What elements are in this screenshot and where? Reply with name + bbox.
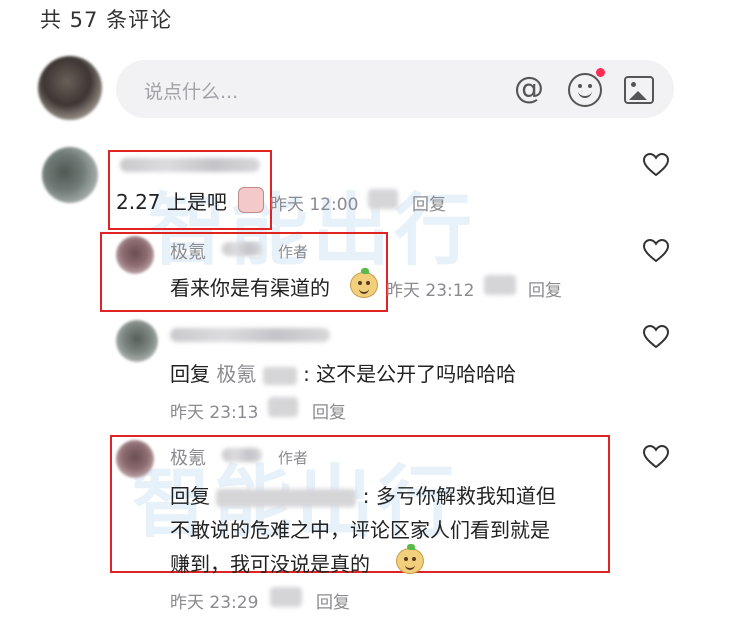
location-blurred — [268, 397, 298, 417]
comment-time: 昨天 23:29 — [170, 593, 259, 613]
reply-button[interactable]: 回复 — [412, 190, 446, 215]
reply-body-line-1: : 多亏你解救我知道但 — [362, 484, 556, 508]
emoji-icon[interactable] — [568, 73, 602, 107]
reply-button[interactable]: 回复 — [528, 276, 562, 301]
author-name[interactable]: 极氪 — [170, 238, 206, 264]
comment-text: 回复 极氪 : 这不是公开了吗哈哈哈 — [170, 358, 516, 387]
reply-body: : 这不是公开了吗哈哈哈 — [303, 362, 517, 386]
author-name[interactable]: 极氪 — [170, 444, 206, 470]
reply-button[interactable]: 回复 — [312, 398, 346, 423]
comment-text: 看来你是有渠道的 — [170, 276, 330, 300]
location-blurred — [484, 275, 516, 295]
comment-avatar[interactable] — [42, 147, 98, 203]
reply-to-blurred — [262, 366, 297, 385]
like-heart-icon[interactable] — [643, 325, 669, 349]
comment-text: 2.27 上是吧 — [116, 190, 227, 214]
notification-dot — [596, 68, 605, 77]
like-heart-icon[interactable] — [643, 153, 669, 177]
like-heart-icon[interactable] — [643, 445, 669, 469]
sticker-emoji — [238, 187, 264, 213]
reply-prefix: 回复 — [170, 362, 210, 386]
current-user-avatar[interactable] — [38, 56, 102, 120]
comment-input-placeholder: 说点什么... — [144, 81, 239, 103]
comment-time: 昨天 12:00 — [270, 195, 359, 215]
reply-to-blurred[interactable] — [216, 488, 357, 507]
reply-to-name[interactable]: 极氪 — [216, 362, 256, 386]
username-blurred[interactable] — [170, 328, 330, 342]
comment-input[interactable]: 说点什么... @ — [116, 60, 674, 118]
author-tag: 作者 — [278, 243, 309, 261]
like-heart-icon[interactable] — [643, 239, 669, 263]
sticker-emoji — [350, 268, 378, 298]
comment-panel: 共 57 条评论 说点什么... @ 智能出行 智能出行 2.27 上是吧 昨天… — [0, 0, 744, 624]
comment-text-line-1: 回复 : 多亏你解救我知道但 — [170, 480, 556, 509]
reply-button[interactable]: 回复 — [316, 588, 350, 613]
reply-prefix: 回复 — [170, 484, 210, 508]
image-icon[interactable] — [624, 76, 654, 104]
comment-time: 昨天 23:12 — [386, 281, 475, 301]
comment-avatar[interactable] — [116, 320, 158, 362]
author-tag: 作者 — [278, 449, 309, 467]
location-blurred — [368, 189, 398, 209]
at-mention-icon[interactable]: @ — [512, 72, 546, 106]
author-name-blurred — [222, 242, 262, 256]
comment-text-line-2: 不敢说的危难之中，评论区家人们看到就是 — [170, 518, 550, 542]
author-avatar[interactable] — [116, 440, 154, 478]
comment-count-title: 共 57 条评论 — [40, 8, 173, 32]
comment-time: 昨天 23:13 — [170, 403, 259, 423]
location-blurred — [270, 587, 302, 607]
author-name-blurred — [222, 448, 262, 462]
username-blurred[interactable] — [120, 158, 260, 172]
comment-text-line-3: 赚到，我可没说是真的 — [170, 552, 370, 576]
sticker-emoji — [396, 544, 424, 574]
author-avatar[interactable] — [116, 236, 154, 274]
